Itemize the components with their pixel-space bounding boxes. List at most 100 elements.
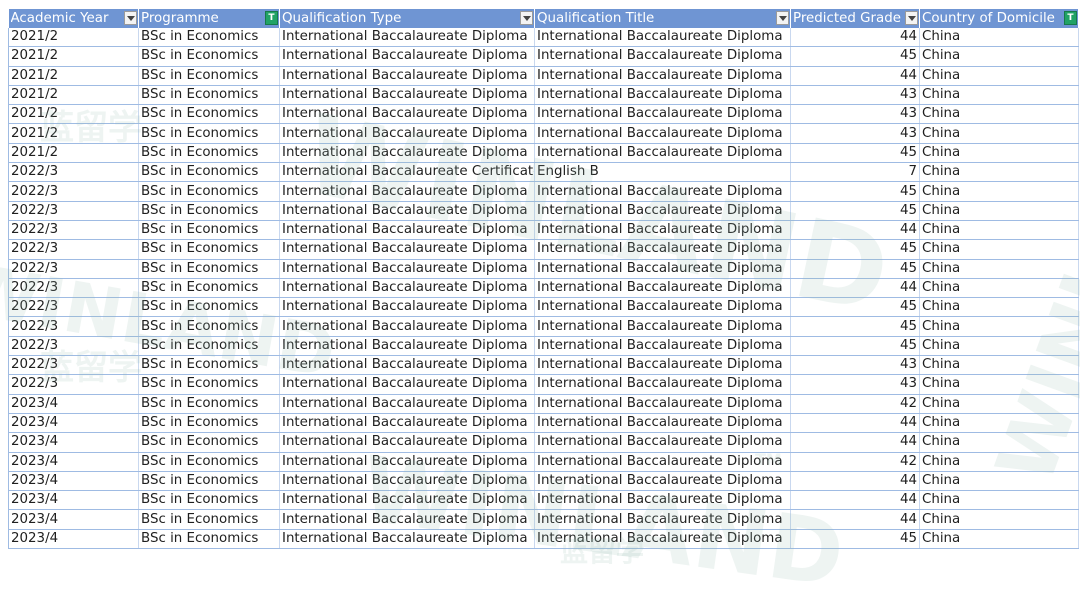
cell-qualification-title[interactable]: International Baccalaureate Diploma — [534, 297, 791, 318]
cell-qualification-type[interactable]: International Baccalaureate Diploma — [279, 85, 535, 106]
cell-qualification-type[interactable]: International Baccalaureate Diploma — [279, 143, 535, 164]
cell-qualification-type[interactable]: International Baccalaureate Diploma — [279, 413, 535, 434]
cell-academic-year[interactable]: 2021/2 — [8, 143, 139, 164]
cell-predicted-grade[interactable]: 44 — [790, 490, 920, 511]
cell-qualification-type[interactable]: International Baccalaureate Diploma — [279, 220, 535, 241]
cell-programme[interactable]: BSc in Economics — [138, 509, 280, 530]
cell-qualification-title[interactable]: International Baccalaureate Diploma — [534, 490, 791, 511]
cell-predicted-grade[interactable]: 42 — [790, 452, 920, 472]
cell-country-of-domicile[interactable]: China — [919, 181, 1079, 202]
filter-dropdown-icon[interactable] — [905, 11, 918, 25]
cell-academic-year[interactable]: 2022/3 — [8, 259, 139, 279]
cell-programme[interactable]: BSc in Economics — [138, 355, 280, 376]
cell-predicted-grade[interactable]: 44 — [790, 471, 920, 492]
cell-country-of-domicile[interactable]: China — [919, 394, 1079, 414]
cell-qualification-type[interactable]: International Baccalaureate Diploma — [279, 490, 535, 511]
cell-qualification-title[interactable]: International Baccalaureate Diploma — [534, 529, 791, 550]
cell-country-of-domicile[interactable]: China — [919, 336, 1079, 357]
cell-programme[interactable]: BSc in Economics — [138, 28, 280, 48]
cell-qualification-title[interactable]: International Baccalaureate Diploma — [534, 432, 791, 453]
cell-programme[interactable]: BSc in Economics — [138, 181, 280, 202]
cell-predicted-grade[interactable]: 43 — [790, 123, 920, 144]
cell-qualification-title[interactable]: International Baccalaureate Diploma — [534, 46, 791, 67]
cell-predicted-grade[interactable]: 43 — [790, 85, 920, 106]
cell-country-of-domicile[interactable]: China — [919, 66, 1079, 86]
cell-qualification-title[interactable]: International Baccalaureate Diploma — [534, 66, 791, 86]
cell-predicted-grade[interactable]: 45 — [790, 201, 920, 221]
cell-academic-year[interactable]: 2021/2 — [8, 66, 139, 86]
cell-academic-year[interactable]: 2022/3 — [8, 181, 139, 202]
cell-programme[interactable]: BSc in Economics — [138, 66, 280, 86]
cell-qualification-title[interactable]: International Baccalaureate Diploma — [534, 471, 791, 492]
cell-programme[interactable]: BSc in Economics — [138, 316, 280, 337]
cell-qualification-title[interactable]: International Baccalaureate Diploma — [534, 239, 791, 260]
cell-qualification-type[interactable]: International Baccalaureate Diploma — [279, 336, 535, 357]
cell-country-of-domicile[interactable]: China — [919, 316, 1079, 337]
cell-academic-year[interactable]: 2023/4 — [8, 490, 139, 511]
filter-dropdown-icon[interactable] — [124, 11, 137, 25]
cell-academic-year[interactable]: 2023/4 — [8, 413, 139, 434]
cell-predicted-grade[interactable]: 44 — [790, 509, 920, 530]
cell-qualification-type[interactable]: International Baccalaureate Diploma — [279, 374, 535, 395]
cell-country-of-domicile[interactable]: China — [919, 201, 1079, 221]
cell-qualification-title[interactable]: International Baccalaureate Diploma — [534, 336, 791, 357]
filter-dropdown-icon[interactable] — [776, 11, 789, 25]
cell-academic-year[interactable]: 2023/4 — [8, 394, 139, 414]
cell-academic-year[interactable]: 2022/3 — [8, 201, 139, 221]
cell-predicted-grade[interactable]: 7 — [790, 162, 920, 183]
cell-qualification-title[interactable]: International Baccalaureate Diploma — [534, 181, 791, 202]
cell-qualification-type[interactable]: International Baccalaureate Diploma — [279, 278, 535, 299]
cell-programme[interactable]: BSc in Economics — [138, 123, 280, 144]
cell-qualification-type[interactable]: International Baccalaureate Diploma — [279, 452, 535, 472]
cell-qualification-type[interactable]: International Baccalaureate Diploma — [279, 297, 535, 318]
cell-qualification-title[interactable]: International Baccalaureate Diploma — [534, 104, 791, 125]
cell-qualification-title[interactable]: International Baccalaureate Diploma — [534, 316, 791, 337]
cell-qualification-type[interactable]: International Baccalaureate Diploma — [279, 123, 535, 144]
cell-country-of-domicile[interactable]: China — [919, 374, 1079, 395]
cell-country-of-domicile[interactable]: China — [919, 46, 1079, 67]
cell-predicted-grade[interactable]: 44 — [790, 432, 920, 453]
active-filter-icon[interactable]: T — [1064, 11, 1077, 25]
cell-qualification-title[interactable]: International Baccalaureate Diploma — [534, 259, 791, 279]
header-academic-year[interactable]: Academic Year — [8, 9, 139, 28]
cell-country-of-domicile[interactable]: China — [919, 123, 1079, 144]
cell-predicted-grade[interactable]: 45 — [790, 239, 920, 260]
cell-programme[interactable]: BSc in Economics — [138, 394, 280, 414]
cell-predicted-grade[interactable]: 45 — [790, 46, 920, 67]
cell-qualification-type[interactable]: International Baccalaureate Diploma — [279, 201, 535, 221]
cell-qualification-title[interactable]: International Baccalaureate Diploma — [534, 220, 791, 241]
cell-country-of-domicile[interactable]: China — [919, 297, 1079, 318]
cell-programme[interactable]: BSc in Economics — [138, 104, 280, 125]
cell-academic-year[interactable]: 2022/3 — [8, 278, 139, 299]
cell-qualification-type[interactable]: International Baccalaureate Diploma — [279, 355, 535, 376]
cell-qualification-title[interactable]: English B — [534, 162, 791, 183]
cell-qualification-title[interactable]: International Baccalaureate Diploma — [534, 394, 791, 414]
cell-predicted-grade[interactable]: 45 — [790, 143, 920, 164]
cell-academic-year[interactable]: 2022/3 — [8, 374, 139, 395]
cell-country-of-domicile[interactable]: China — [919, 452, 1079, 472]
cell-academic-year[interactable]: 2021/2 — [8, 46, 139, 67]
cell-academic-year[interactable]: 2022/3 — [8, 336, 139, 357]
cell-programme[interactable]: BSc in Economics — [138, 297, 280, 318]
header-qualification-title[interactable]: Qualification Title — [534, 9, 791, 28]
cell-predicted-grade[interactable]: 42 — [790, 394, 920, 414]
cell-qualification-type[interactable]: International Baccalaureate Diploma — [279, 509, 535, 530]
cell-academic-year[interactable]: 2021/2 — [8, 104, 139, 125]
cell-programme[interactable]: BSc in Economics — [138, 201, 280, 221]
cell-programme[interactable]: BSc in Economics — [138, 220, 280, 241]
cell-predicted-grade[interactable]: 44 — [790, 28, 920, 48]
cell-predicted-grade[interactable]: 45 — [790, 259, 920, 279]
cell-country-of-domicile[interactable]: China — [919, 509, 1079, 530]
cell-qualification-title[interactable]: International Baccalaureate Diploma — [534, 374, 791, 395]
cell-qualification-type[interactable]: International Baccalaureate Diploma — [279, 432, 535, 453]
cell-programme[interactable]: BSc in Economics — [138, 278, 280, 299]
cell-programme[interactable]: BSc in Economics — [138, 374, 280, 395]
cell-predicted-grade[interactable]: 43 — [790, 355, 920, 376]
cell-country-of-domicile[interactable]: China — [919, 278, 1079, 299]
cell-country-of-domicile[interactable]: China — [919, 529, 1079, 550]
cell-qualification-type[interactable]: International Baccalaureate Diploma — [279, 239, 535, 260]
cell-country-of-domicile[interactable]: China — [919, 355, 1079, 376]
cell-programme[interactable]: BSc in Economics — [138, 143, 280, 164]
cell-academic-year[interactable]: 2023/4 — [8, 432, 139, 453]
cell-programme[interactable]: BSc in Economics — [138, 452, 280, 472]
